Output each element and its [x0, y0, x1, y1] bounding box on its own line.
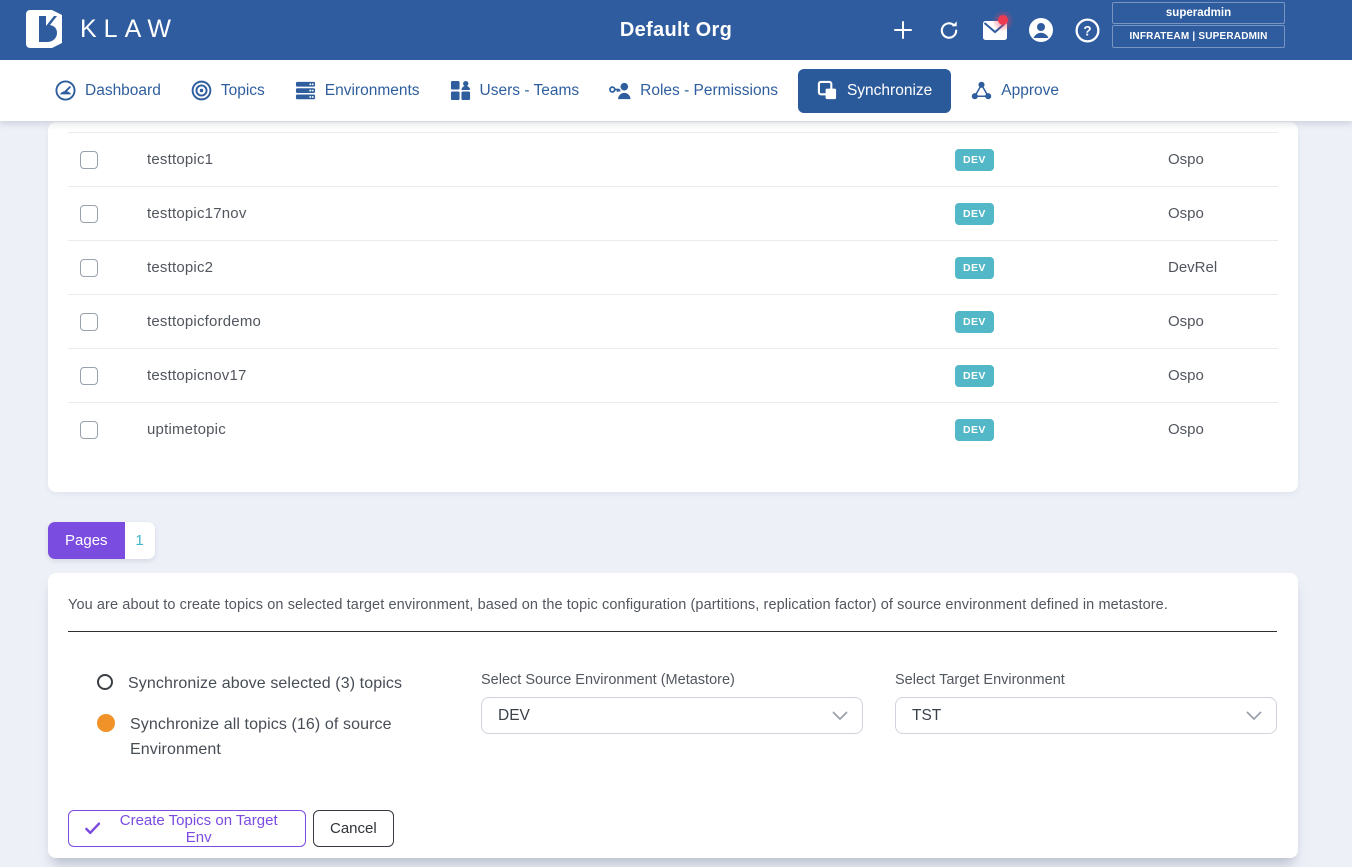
- topics-table: testtopic1 DEV Ospo testtopic17nov DEV O…: [48, 122, 1298, 456]
- row-checkbox[interactable]: [80, 367, 98, 385]
- main-nav: Dashboard Topics Environments Users - Te…: [0, 60, 1352, 121]
- topic-name: testtopic2: [147, 259, 213, 276]
- refresh-icon[interactable]: [936, 17, 962, 43]
- klaw-logo-icon: [26, 8, 66, 50]
- table-row[interactable]: uptimetopic DEV Ospo: [68, 402, 1278, 456]
- svg-text:?: ?: [1083, 23, 1091, 38]
- cancel-button[interactable]: Cancel: [313, 810, 394, 847]
- cancel-label: Cancel: [330, 820, 377, 837]
- source-environment-select[interactable]: DEV: [481, 697, 863, 734]
- user-profile-icon[interactable]: [1028, 17, 1054, 43]
- pagination: Pages 1: [48, 522, 155, 559]
- add-icon[interactable]: [890, 17, 916, 43]
- topic-name: testtopicfordemo: [147, 313, 261, 330]
- row-checkbox[interactable]: [80, 259, 98, 277]
- brand-name: KLAW: [80, 15, 178, 44]
- source-environment-value: DEV: [498, 707, 530, 725]
- chevron-down-icon: [832, 711, 848, 721]
- radio-label: Synchronize above selected (3) topics: [128, 671, 402, 696]
- topics-table-card: testtopic1 DEV Ospo testtopic17nov DEV O…: [48, 122, 1298, 492]
- user-box[interactable]: superadmin INFRATEAM | SUPERADMIN: [1112, 2, 1285, 48]
- radio-sync-all-topics[interactable]: Synchronize all topics (16) of source En…: [97, 712, 437, 762]
- nav-users-teams[interactable]: Users - Teams: [435, 69, 595, 113]
- nav-environments[interactable]: Environments: [280, 69, 435, 113]
- help-icon[interactable]: ?: [1074, 17, 1100, 43]
- pages-label: Pages: [48, 522, 125, 559]
- target-environment-label: Select Target Environment: [895, 672, 1277, 688]
- table-row[interactable]: testtopic17nov DEV Ospo: [68, 186, 1278, 240]
- row-checkbox[interactable]: [80, 205, 98, 223]
- environments-icon: [295, 80, 316, 101]
- table-row[interactable]: testtopicfordemo DEV Ospo: [68, 294, 1278, 348]
- users-teams-icon: [450, 80, 471, 101]
- radio-label: Synchronize all topics (16) of source En…: [130, 712, 437, 762]
- synchronize-panel: You are about to create topics on select…: [48, 573, 1298, 858]
- header-icon-bar: ?: [890, 0, 1100, 60]
- nav-synchronize[interactable]: Synchronize: [798, 69, 951, 113]
- top-header: KLAW Default Org ? superadmin INFRATEAM …: [0, 0, 1352, 60]
- nav-dashboard[interactable]: Dashboard: [40, 69, 176, 113]
- env-badge: DEV: [955, 257, 994, 279]
- radio-unselected-icon[interactable]: [97, 674, 113, 690]
- topic-name: testtopicnov17: [147, 367, 247, 384]
- row-checkbox[interactable]: [80, 313, 98, 331]
- nav-topics[interactable]: Topics: [176, 69, 280, 113]
- source-environment-group: Select Source Environment (Metastore) DE…: [481, 672, 863, 734]
- radio-sync-selected-topics[interactable]: Synchronize above selected (3) topics: [97, 671, 402, 696]
- team-name: Ospo: [1168, 205, 1204, 222]
- nav-label: Users - Teams: [480, 82, 580, 100]
- topics-icon: [191, 80, 212, 101]
- divider: [68, 631, 1277, 632]
- topic-name: uptimetopic: [147, 421, 226, 438]
- target-environment-value: TST: [912, 707, 941, 725]
- table-row[interactable]: testtopic1 DEV Ospo: [68, 132, 1278, 186]
- chevron-down-icon: [1246, 711, 1262, 721]
- nav-approve[interactable]: Approve: [956, 69, 1074, 113]
- sync-description: You are about to create topics on select…: [68, 597, 1278, 613]
- team-name: Ospo: [1168, 313, 1204, 330]
- page-button-1[interactable]: 1: [125, 522, 155, 559]
- team-name: DevRel: [1168, 259, 1217, 276]
- table-row[interactable]: testtopic2 DEV DevRel: [68, 240, 1278, 294]
- nav-label: Approve: [1001, 82, 1059, 100]
- synchronize-icon: [817, 80, 838, 101]
- klaw-logo[interactable]: KLAW: [26, 8, 178, 50]
- nav-label: Roles - Permissions: [640, 82, 778, 100]
- target-environment-select[interactable]: TST: [895, 697, 1277, 734]
- table-row[interactable]: testtopicnov17 DEV Ospo: [68, 348, 1278, 402]
- action-buttons: Create Topics on Target Env Cancel: [68, 810, 394, 847]
- nav-label: Dashboard: [85, 82, 161, 100]
- notification-badge: [998, 15, 1008, 25]
- check-icon: [85, 822, 100, 835]
- env-badge: DEV: [955, 203, 994, 225]
- row-checkbox[interactable]: [80, 151, 98, 169]
- env-badge: DEV: [955, 419, 994, 441]
- mail-notifications-icon[interactable]: [982, 17, 1008, 43]
- approve-icon: [971, 80, 992, 101]
- topic-name: testtopic1: [147, 151, 213, 168]
- topic-name: testtopic17nov: [147, 205, 247, 222]
- target-environment-group: Select Target Environment TST: [895, 672, 1277, 734]
- create-topics-button[interactable]: Create Topics on Target Env: [68, 810, 306, 847]
- nav-label: Environments: [325, 82, 420, 100]
- team-name: Ospo: [1168, 151, 1204, 168]
- env-badge: DEV: [955, 365, 994, 387]
- env-badge: DEV: [955, 311, 994, 333]
- env-badge: DEV: [955, 149, 994, 171]
- row-checkbox[interactable]: [80, 421, 98, 439]
- nav-roles-permissions[interactable]: Roles - Permissions: [594, 69, 793, 113]
- nav-label: Synchronize: [847, 82, 932, 100]
- create-topics-label: Create Topics on Target Env: [108, 812, 289, 846]
- nav-label: Topics: [221, 82, 265, 100]
- source-environment-label: Select Source Environment (Metastore): [481, 672, 863, 688]
- team-name: Ospo: [1168, 367, 1204, 384]
- roles-permissions-icon: [609, 80, 631, 101]
- dashboard-icon: [55, 80, 76, 101]
- team-role: INFRATEAM | SUPERADMIN: [1112, 25, 1285, 48]
- radio-selected-icon[interactable]: [97, 714, 115, 732]
- team-name: Ospo: [1168, 421, 1204, 438]
- username: superadmin: [1112, 2, 1285, 24]
